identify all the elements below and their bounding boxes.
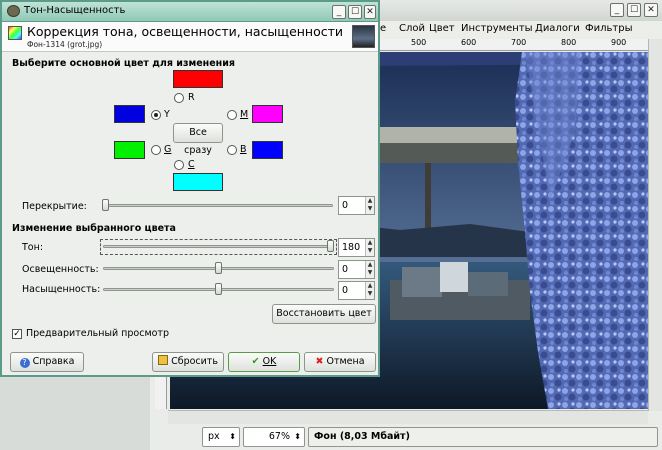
label-green: G (164, 144, 172, 155)
status-info: Фон (8,03 Мбайт) (308, 427, 658, 447)
unit-value: px (208, 431, 220, 442)
saturation-spinbox[interactable]: 0 ▲ ▼ (338, 281, 375, 300)
ruler-label: 600 (461, 38, 477, 47)
radio-blue[interactable] (227, 145, 237, 155)
radio-red[interactable] (174, 93, 184, 103)
statusbar: px ⬍ 67% ⬍ Фон (8,03 Мбайт) (150, 424, 662, 450)
swatch-magenta[interactable] (252, 105, 283, 123)
menu-color[interactable]: Цвет (429, 23, 455, 34)
menu-dialogs[interactable]: Диалоги (535, 23, 580, 34)
label-red: R (188, 92, 195, 103)
reset-color-button[interactable]: Восстановить цвет (272, 304, 376, 324)
dialog-title: Тон-Насыщенность (24, 5, 126, 16)
ruler-label: 900 (611, 38, 627, 47)
swatch-cyan[interactable] (173, 173, 223, 191)
swatch-green[interactable] (114, 141, 145, 159)
dialog-close-icon[interactable]: ✕ (364, 5, 376, 19)
hue-label: Тон: (22, 242, 44, 253)
help-icon: ? (19, 358, 30, 368)
hue-saturation-icon (8, 26, 22, 40)
cancel-button[interactable]: ✖ Отмена (304, 352, 376, 372)
lightness-spinbox[interactable]: 0 ▲ ▼ (338, 260, 375, 279)
ok-button[interactable]: ✔ OK (228, 352, 300, 372)
hue-spinbox[interactable]: 180 ▲ ▼ (338, 238, 375, 257)
ruler-label: 800 (561, 38, 577, 47)
preview-checkbox[interactable]: ✓ (12, 329, 22, 339)
help-button[interactable]: ? Справка (10, 352, 84, 372)
overlap-slider-handle[interactable] (102, 199, 109, 211)
spin-arrows-icon[interactable]: ▲ ▼ (365, 239, 374, 256)
dialog-maximize-icon[interactable]: ☐ (348, 5, 362, 19)
vertical-scrollbar[interactable] (648, 39, 662, 411)
spin-arrows-icon[interactable]: ▲ ▼ (365, 261, 374, 278)
hue-saturation-dialog: Тон-Насыщенность _ ☐ ✕ Коррекция тона, о… (0, 0, 380, 377)
menu-layer[interactable]: Слой (399, 23, 425, 34)
cancel-x-icon: ✖ (315, 356, 324, 367)
horizontal-scrollbar[interactable] (168, 410, 648, 424)
ok-button-label: OK (262, 356, 277, 367)
menu-filters[interactable]: Фильтры (585, 23, 632, 34)
dialog-header-title: Коррекция тона, освещенности, насыщеннос… (27, 24, 344, 39)
saturation-label: Насыщенность: (22, 284, 101, 295)
reset-icon (158, 355, 169, 365)
cancel-button-label: Отмена (326, 356, 365, 367)
dialog-header-subtitle: Фон-1314 (grot.jpg) (27, 40, 103, 49)
radio-green[interactable] (151, 145, 161, 155)
label-magenta: M (240, 109, 249, 120)
overlap-slider[interactable] (102, 204, 333, 207)
chevron-updown-icon: ⬍ (229, 432, 236, 441)
ruler-label: 500 (411, 38, 427, 47)
menu-partial[interactable]: е (380, 23, 386, 34)
dialog-titlebar[interactable]: Тон-Насыщенность _ ☐ ✕ (2, 2, 378, 22)
close-icon[interactable]: ✕ (644, 3, 658, 17)
menu-tools[interactable]: Инструменты (461, 23, 533, 34)
dialog-header: Коррекция тона, освещенности, насыщеннос… (2, 22, 378, 52)
swatch-blue[interactable] (252, 141, 283, 159)
radio-yellow[interactable] (151, 110, 161, 120)
swatch-red[interactable] (173, 70, 223, 88)
status-info-text: Фон (8,03 Мбайт) (314, 431, 410, 442)
chevron-updown-icon: ⬍ (294, 432, 301, 441)
overlap-value: 0 (342, 200, 349, 211)
saturation-slider-handle[interactable] (215, 283, 222, 295)
hue-value: 180 (342, 242, 361, 253)
swatch-yellow[interactable] (114, 105, 145, 123)
label-blue: B (240, 144, 247, 155)
unit-select[interactable]: px ⬍ (202, 427, 240, 447)
lightness-label: Освещенность: (22, 264, 99, 275)
radio-cyan[interactable] (174, 160, 184, 170)
section-adjust-color: Изменение выбранного цвета (12, 223, 176, 234)
label-cyan: C (188, 159, 195, 170)
help-button-label: Справка (32, 356, 75, 367)
radio-magenta[interactable] (227, 110, 237, 120)
overlap-spinbox[interactable]: 0 ▲ ▼ (338, 196, 375, 215)
ruler-label: 700 (511, 38, 527, 47)
label-yellow: Y (164, 109, 170, 120)
preview-label: Предварительный просмотр (26, 328, 169, 339)
overlap-label: Перекрытие: (22, 201, 87, 212)
hue-slider[interactable] (103, 245, 334, 248)
lightness-slider-handle[interactable] (215, 262, 222, 274)
image-thumbnail (352, 25, 375, 48)
all-colors-button[interactable]: Все сразу (173, 123, 223, 156)
minimize-icon[interactable]: _ (610, 3, 624, 17)
zoom-select[interactable]: 67% ⬍ (243, 427, 305, 447)
saturation-value: 0 (342, 285, 349, 296)
section-primary-color: Выберите основной цвет для изменения (12, 58, 235, 69)
reset-button-label: Сбросить (171, 356, 218, 367)
hue-slider-handle[interactable] (327, 240, 334, 252)
dialog-minimize-icon[interactable]: _ (332, 5, 346, 19)
spin-arrows-icon[interactable]: ▲ ▼ (365, 197, 374, 214)
lightness-value: 0 (342, 264, 349, 275)
gimp-app-icon (7, 5, 20, 17)
reset-button[interactable]: Сбросить (152, 352, 224, 372)
zoom-value: 67% (268, 431, 290, 442)
maximize-icon[interactable]: ☐ (627, 3, 641, 17)
checkmark-icon: ✔ (251, 356, 260, 367)
spin-arrows-icon[interactable]: ▲ ▼ (365, 282, 374, 299)
